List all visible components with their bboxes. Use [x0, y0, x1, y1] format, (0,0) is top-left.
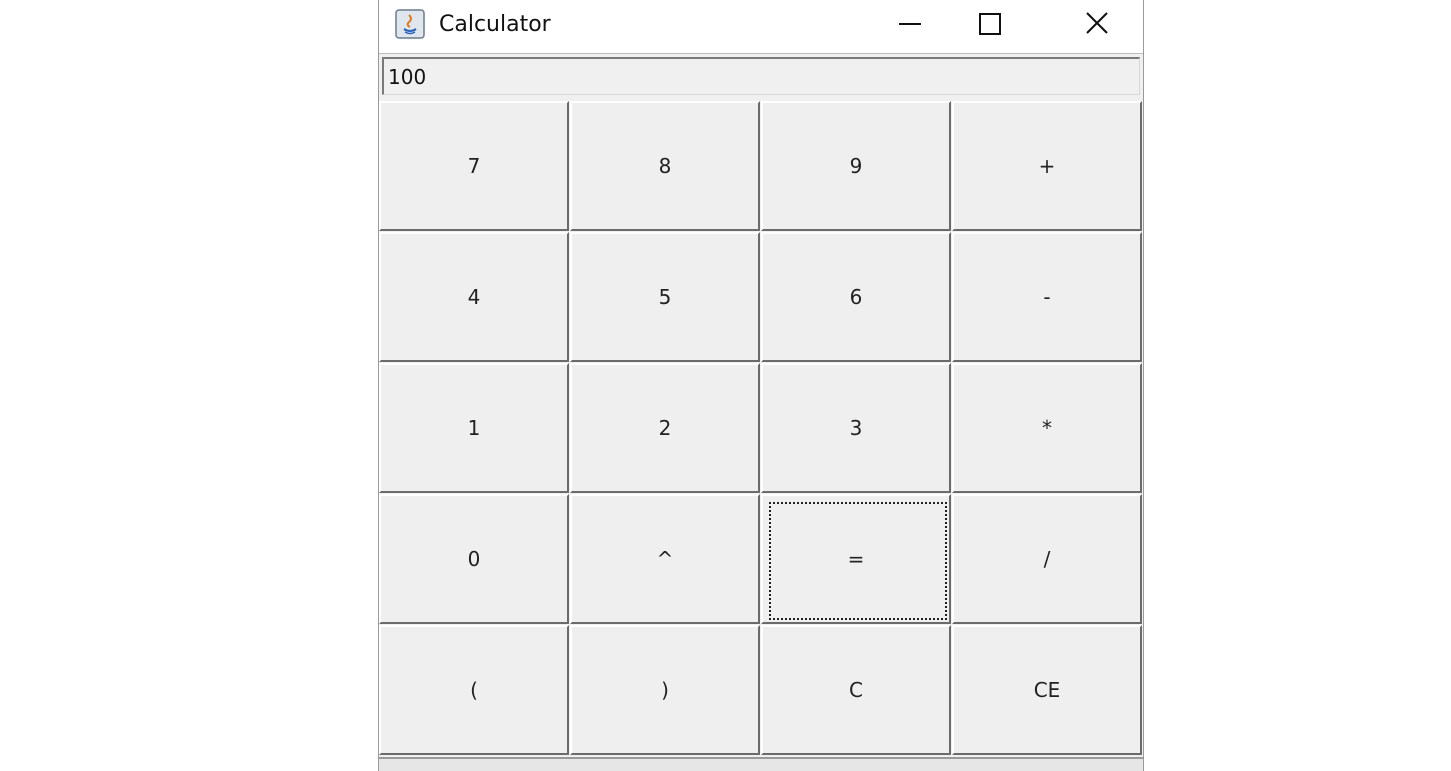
java-app-icon[interactable] — [395, 9, 425, 39]
maximize-icon — [979, 13, 1001, 35]
key-close-paren[interactable]: ) — [570, 625, 760, 755]
calculator-window: Calculator 100 7 8 9 + 4 5 6 - 1 2 3 * 0… — [378, 0, 1144, 771]
key-2[interactable]: 2 — [570, 363, 760, 493]
key-5[interactable]: 5 — [570, 232, 760, 362]
key-3[interactable]: 3 — [761, 363, 951, 493]
window-bottom-edge — [379, 757, 1143, 771]
display-field[interactable]: 100 — [382, 57, 1140, 95]
window-title: Calculator — [439, 12, 551, 37]
key-4[interactable]: 4 — [379, 232, 569, 362]
close-button[interactable] — [1052, 0, 1142, 48]
key-6[interactable]: 6 — [761, 232, 951, 362]
key-1[interactable]: 1 — [379, 363, 569, 493]
key-clear-entry[interactable]: CE — [952, 625, 1142, 755]
key-open-paren[interactable]: ( — [379, 625, 569, 755]
maximize-button[interactable] — [962, 0, 1052, 48]
key-8[interactable]: 8 — [570, 101, 760, 231]
title-bar[interactable]: Calculator — [379, 0, 1143, 54]
minimize-icon — [899, 23, 921, 25]
key-divide[interactable]: / — [952, 494, 1142, 624]
key-equals[interactable]: = — [761, 494, 951, 624]
key-0[interactable]: 0 — [379, 494, 569, 624]
key-power[interactable]: ^ — [570, 494, 760, 624]
keypad: 7 8 9 + 4 5 6 - 1 2 3 * 0 ^ = / ( ) C CE — [379, 101, 1143, 757]
key-clear[interactable]: C — [761, 625, 951, 755]
close-icon — [1086, 12, 1108, 34]
key-7[interactable]: 7 — [379, 101, 569, 231]
key-plus[interactable]: + — [952, 101, 1142, 231]
key-9[interactable]: 9 — [761, 101, 951, 231]
key-minus[interactable]: - — [952, 232, 1142, 362]
minimize-button[interactable] — [872, 0, 962, 48]
key-multiply[interactable]: * — [952, 363, 1142, 493]
